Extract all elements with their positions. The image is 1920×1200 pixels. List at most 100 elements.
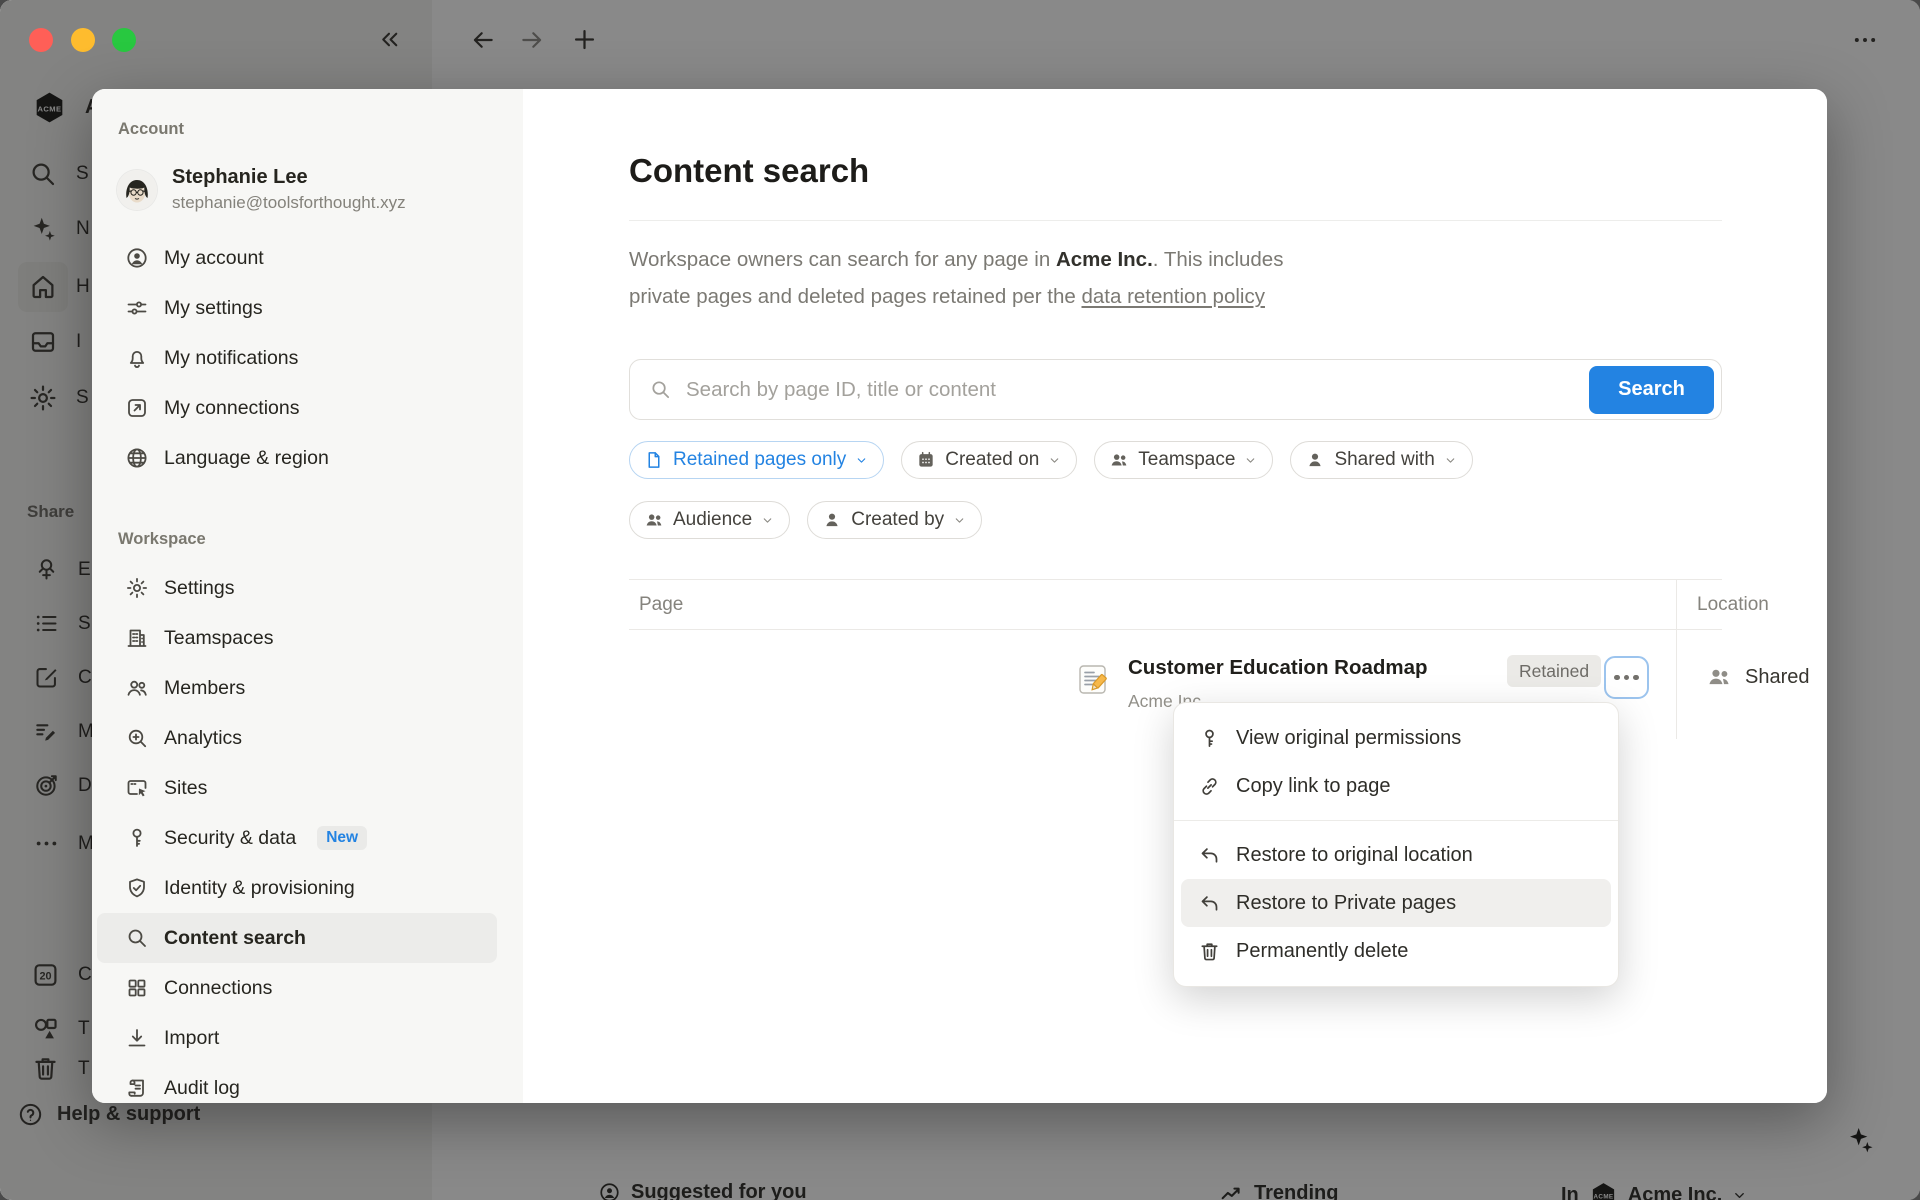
column-header-page: Page: [639, 594, 683, 616]
scroll-icon: [125, 1076, 149, 1100]
menu-item-restore-to-original-location[interactable]: Restore to original location: [1181, 831, 1611, 879]
sidebar-item-identity-provisioning[interactable]: Identity & provisioning: [97, 863, 497, 913]
chevron-down-icon: [855, 454, 868, 467]
close-window-button[interactable]: [29, 28, 53, 52]
filter-chip-label: Retained pages only: [673, 449, 846, 471]
sidebar-item-label: Teamspaces: [164, 627, 273, 650]
sidebar-item-audit-log[interactable]: Audit log: [97, 1063, 497, 1103]
filter-chip-created-by[interactable]: Created by: [807, 501, 982, 539]
sidebar-item-label: Security & data: [164, 827, 296, 850]
sidebar-item-label: Content search: [164, 927, 306, 950]
filter-chip-label: Shared with: [1334, 449, 1434, 471]
page-row-title: Customer Education Roadmap: [1128, 656, 1428, 680]
chevron-down-icon: [1048, 454, 1061, 467]
search-button[interactable]: Search: [1589, 366, 1714, 414]
person-circle-icon: [125, 246, 149, 270]
zoom-window-button[interactable]: [112, 28, 136, 52]
table-top-border: [629, 579, 1722, 580]
user-email: stephanie@toolsforthought.xyz: [172, 192, 406, 214]
menu-item-view-original-permissions[interactable]: View original permissions: [1181, 714, 1611, 762]
magnifier-plus-icon: [125, 726, 149, 750]
menu-item-restore-to-private-pages[interactable]: Restore to Private pages: [1181, 879, 1611, 927]
sliders-icon: [125, 296, 149, 320]
link-icon: [1198, 775, 1221, 798]
magnifier-icon: [125, 926, 149, 950]
sidebar-item-my-notifications[interactable]: My notifications: [97, 333, 497, 383]
filter-chip-shared-with[interactable]: Shared with: [1290, 441, 1472, 479]
undo-icon: [1198, 892, 1221, 915]
person-icon: [822, 510, 842, 530]
user-card[interactable]: Stephanie Lee stephanie@toolsforthought.…: [117, 165, 406, 214]
sidebar-item-import[interactable]: Import: [97, 1013, 497, 1063]
arrow-out-box-icon: [125, 396, 149, 420]
gear-icon: [125, 576, 149, 600]
sidebar-item-label: My settings: [164, 297, 263, 320]
sidebar-item-security-data[interactable]: Security & data New: [97, 813, 497, 863]
sidebar-item-label: Analytics: [164, 727, 242, 750]
user-name: Stephanie Lee: [172, 165, 406, 189]
key-icon: [125, 826, 149, 850]
menu-item-label: Restore to Private pages: [1236, 892, 1456, 915]
key-icon: [1198, 727, 1221, 750]
filter-chip-created-on[interactable]: Created on: [901, 441, 1077, 479]
menu-item-label: Permanently delete: [1236, 940, 1408, 963]
sidebar-item-label: My notifications: [164, 347, 298, 370]
divider: [629, 220, 1722, 221]
menu-item-permanently-delete[interactable]: Permanently delete: [1181, 927, 1611, 975]
menu-item-label: Restore to original location: [1236, 844, 1473, 867]
filter-chips-row-1: Retained pages only Created on Teamspace Sh…: [629, 441, 1473, 479]
sidebar-item-label: Language & region: [164, 447, 329, 470]
sidebar-item-label: Sites: [164, 777, 207, 800]
menu-item-copy-link-to-page[interactable]: Copy link to page: [1181, 762, 1611, 810]
workspace-name-bold: Acme Inc.: [1056, 248, 1153, 271]
sidebar-item-my-settings[interactable]: My settings: [97, 283, 497, 333]
filter-chip-teamspace[interactable]: Teamspace: [1094, 441, 1273, 479]
data-retention-policy-link[interactable]: data retention policy: [1081, 285, 1264, 308]
sidebar-item-settings[interactable]: Settings: [97, 563, 497, 613]
bell-icon: [125, 346, 149, 370]
shield-check-icon: [125, 876, 149, 900]
search-input[interactable]: [684, 377, 1577, 403]
sidebar-item-teamspaces[interactable]: Teamspaces: [97, 613, 497, 663]
minimize-window-button[interactable]: [71, 28, 95, 52]
sidebar-item-connections[interactable]: Connections: [97, 963, 497, 1013]
column-header-location: Location: [1697, 594, 1769, 616]
sidebar-item-content-search[interactable]: Content search: [97, 913, 497, 963]
building-icon: [125, 626, 149, 650]
sidebar-item-my-account[interactable]: My account: [97, 233, 497, 283]
sidebar-item-label: Audit log: [164, 1077, 240, 1100]
account-section-label: Account: [118, 120, 184, 139]
sidebar-item-language-region[interactable]: Language & region: [97, 433, 497, 483]
people-icon: [1109, 450, 1129, 470]
sidebar-item-label: Settings: [164, 577, 234, 600]
sidebar-item-label: Members: [164, 677, 245, 700]
filter-chip-retained-pages-only[interactable]: Retained pages only: [629, 441, 884, 479]
people-icon: [644, 510, 664, 530]
sidebar-item-label: My account: [164, 247, 264, 270]
retained-badge: Retained: [1507, 655, 1601, 687]
filter-chip-label: Created by: [851, 509, 944, 531]
trash-icon: [1198, 940, 1221, 963]
chevron-down-icon: [761, 514, 774, 527]
sidebar-item-label: Import: [164, 1027, 219, 1050]
app-window: ACME A SNHIS Share ESCMDM 20CTT Help & s…: [0, 0, 1920, 1200]
avatar: [117, 170, 157, 210]
workspace-section-label: Workspace: [118, 530, 206, 549]
sidebar-item-sites[interactable]: Sites: [97, 763, 497, 813]
filter-chip-label: Created on: [945, 449, 1039, 471]
filter-chip-label: Audience: [673, 509, 752, 531]
calendar-icon: [916, 450, 936, 470]
sidebar-item-members[interactable]: Members: [97, 663, 497, 713]
undo-icon: [1198, 844, 1221, 867]
workspace-menu: Settings Teamspaces Members Analytics Sites S…: [97, 563, 497, 1103]
row-more-button[interactable]: [1604, 656, 1649, 699]
page-title: Content search: [629, 152, 869, 190]
sidebar-item-analytics[interactable]: Analytics: [97, 713, 497, 763]
filter-chip-audience[interactable]: Audience: [629, 501, 790, 539]
person-icon: [1305, 450, 1325, 470]
sidebar-item-label: My connections: [164, 397, 299, 420]
filter-chips-row-2: Audience Created by: [629, 501, 982, 539]
search-bar: Search: [629, 359, 1722, 420]
new-badge: New: [317, 826, 367, 850]
sidebar-item-my-connections[interactable]: My connections: [97, 383, 497, 433]
